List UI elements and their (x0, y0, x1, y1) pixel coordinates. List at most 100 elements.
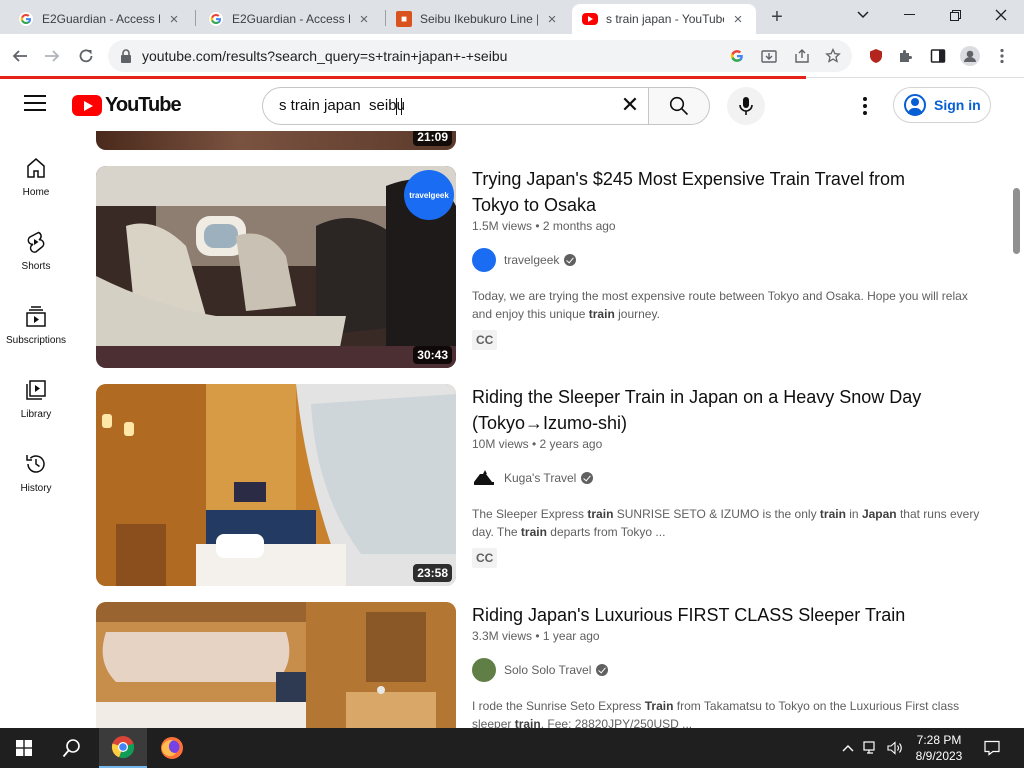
tab-search-chevron-icon[interactable] (840, 0, 886, 30)
restore-button[interactable] (932, 0, 978, 30)
guide-item-home[interactable]: Home (0, 150, 72, 214)
windows-start-icon[interactable] (0, 728, 48, 768)
chrome-taskbar-icon[interactable] (99, 728, 147, 768)
clear-search-icon[interactable]: ✕ (618, 94, 642, 118)
new-tab-button[interactable]: + (764, 6, 790, 28)
search-button[interactable] (648, 87, 710, 125)
description-text: Today, we are trying the most expensive … (472, 289, 968, 321)
google-lens-icon[interactable] (728, 47, 746, 65)
channel-name[interactable]: Solo Solo Travel (504, 663, 591, 677)
travelgeek-thumbnail-badge: travelgeek (404, 170, 454, 220)
guide-item-library[interactable]: Library (0, 372, 72, 436)
video-title-link[interactable]: Riding the Sleeper Train in Japan on a H… (472, 384, 922, 436)
seibu-favicon-icon: ■ (396, 11, 412, 27)
search-icon (669, 96, 689, 116)
library-icon (26, 380, 46, 400)
channel-avatar[interactable] (472, 658, 496, 682)
home-icon (27, 158, 45, 178)
browser-tab[interactable]: E2Guardian - Access De × (198, 4, 382, 34)
minimize-button[interactable] (886, 0, 932, 30)
description-text: SUNRISE SETO & IZUMO is the only (613, 507, 820, 521)
description-keyword: train (819, 507, 846, 521)
google-favicon-icon (208, 11, 224, 27)
bookmark-star-icon[interactable] (824, 47, 842, 65)
guide-item-subscriptions[interactable]: Subscriptions (0, 298, 72, 362)
guide-item-label: Shorts (21, 261, 51, 272)
browser-tab[interactable]: E2Guardian - Access De × (8, 4, 192, 34)
url-text: youtube.com/results?search_query=s+train… (142, 48, 508, 64)
extension-shield-icon[interactable] (862, 42, 890, 70)
cc-badge: CC (472, 330, 498, 350)
video-title-link[interactable]: Trying Japan's $245 Most Expensive Train… (472, 166, 922, 218)
train-seats-thumbnail-image (96, 166, 456, 368)
shorts-icon (27, 231, 45, 253)
back-arrow-icon[interactable] (6, 42, 34, 70)
install-app-icon[interactable] (760, 47, 778, 65)
volume-icon[interactable] (885, 738, 905, 758)
tab-title: s train japan - YouTube (606, 12, 724, 26)
description-keyword: Train (644, 699, 674, 713)
chrome-menu-icon[interactable] (988, 42, 1016, 70)
reload-icon[interactable] (72, 42, 100, 70)
firefox-taskbar-icon[interactable] (148, 728, 196, 768)
clock-date: 8/9/2023 (915, 749, 963, 763)
browser-toolbar: youtube.com/results?search_query=s+train… (0, 34, 1024, 101)
channel-name[interactable]: Kuga's Travel (504, 471, 576, 485)
youtube-favicon-icon (582, 13, 598, 25)
voice-search-button[interactable] (727, 87, 765, 125)
youtube-masthead: YouTube s train japan seibu ✕ Sign in (0, 79, 1024, 131)
menu-hamburger-icon[interactable] (24, 95, 46, 113)
share-icon[interactable] (793, 47, 811, 65)
tab-close-icon[interactable]: × (166, 11, 182, 28)
browser-tab[interactable]: ■ Seibu Ikebukuro Line | × (386, 4, 570, 34)
side-panel-icon[interactable] (924, 42, 952, 70)
guide-item-history[interactable]: History (0, 446, 72, 510)
search-icon[interactable] (48, 728, 96, 768)
network-icon[interactable] (861, 738, 881, 758)
extensions-puzzle-icon[interactable] (892, 42, 920, 70)
forward-arrow-icon[interactable] (38, 42, 66, 70)
toolbar-divider (806, 77, 1024, 78)
channel-name[interactable]: travelgeek (504, 253, 559, 267)
sleeper-cabin-thumbnail-image (96, 384, 456, 586)
tray-overflow-chevron-icon[interactable] (838, 738, 858, 758)
description-keyword: train (587, 507, 614, 521)
description-keyword: Japan (861, 507, 897, 521)
sign-in-button[interactable]: Sign in (893, 87, 991, 123)
video-thumbnail[interactable]: travelgeek 30:43 (96, 166, 456, 368)
microphone-icon (739, 97, 753, 115)
history-icon (26, 455, 45, 473)
channel-link[interactable]: Solo Solo Travel (472, 658, 609, 682)
taskbar-clock[interactable]: 7:28 PM 8/9/2023 (908, 732, 970, 764)
address-bar[interactable]: youtube.com/results?search_query=s+train… (108, 40, 852, 72)
tab-close-icon[interactable]: × (730, 11, 746, 28)
channel-link[interactable]: travelgeek (472, 248, 577, 272)
channel-avatar[interactable] (472, 248, 496, 272)
profile-avatar-icon[interactable] (956, 42, 984, 70)
video-thumbnail[interactable]: 23:58 (96, 384, 456, 586)
video-duration: 23:58 (413, 564, 452, 582)
search-input[interactable]: s train japan seibu ✕ (262, 87, 648, 125)
description-keyword: train (588, 307, 615, 321)
video-thumbnail[interactable] (96, 602, 456, 728)
guide-item-label: Home (22, 187, 50, 198)
close-window-button[interactable] (978, 0, 1024, 30)
video-description: The Sleeper Express train SUNRISE SETO &… (472, 505, 982, 541)
tab-close-icon[interactable]: × (356, 11, 372, 28)
youtube-logo[interactable]: YouTube (72, 93, 182, 117)
video-description: Today, we are trying the most expensive … (472, 287, 982, 323)
video-title-link[interactable]: Riding Japan's Luxurious FIRST CLASS Sle… (472, 602, 922, 628)
clock-time: 7:28 PM (916, 733, 962, 747)
page-scrollbar-thumb[interactable] (1013, 188, 1020, 254)
tab-close-icon[interactable]: × (544, 11, 560, 28)
settings-more-icon[interactable] (856, 95, 874, 117)
windows-taskbar: 7:28 PM 8/9/2023 (0, 728, 1024, 768)
tab-title: E2Guardian - Access De (232, 12, 350, 26)
guide-item-shorts[interactable]: Shorts (0, 224, 72, 288)
youtube-logo-text: YouTube (105, 93, 182, 116)
channel-avatar[interactable] (472, 466, 496, 490)
browser-tab-active[interactable]: s train japan - YouTube × (572, 4, 756, 34)
channel-link[interactable]: Kuga's Travel (472, 466, 594, 490)
browser-tab-strip: E2Guardian - Access De × E2Guardian - Ac… (0, 0, 1024, 34)
notifications-icon[interactable] (982, 738, 1002, 758)
